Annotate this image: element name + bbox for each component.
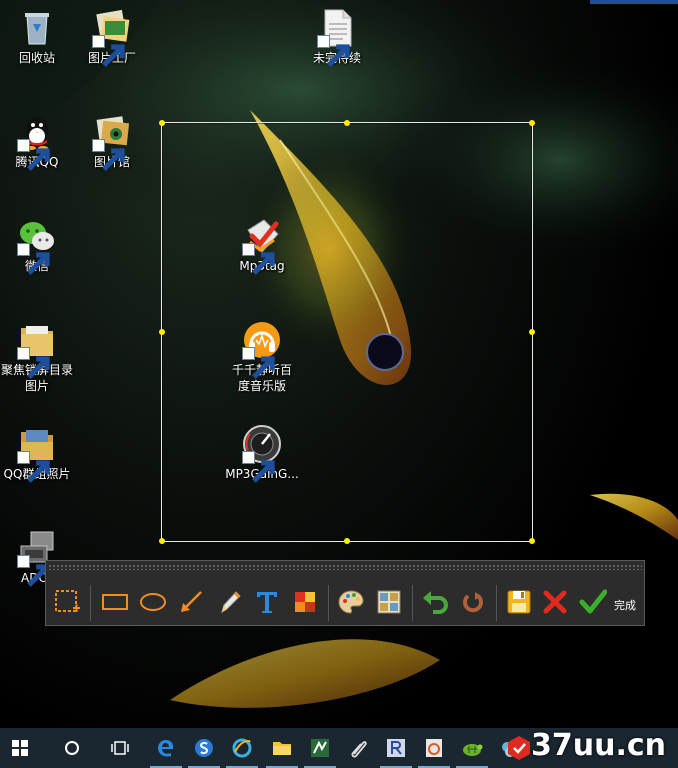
pattern-button[interactable]: [374, 587, 404, 617]
palette-icon: [338, 590, 364, 614]
desktop-icon-photo-folder[interactable]: QQ群组照片: [0, 424, 77, 483]
taskbar-edge[interactable]: [146, 728, 186, 768]
recycle-bin-icon: [17, 8, 57, 48]
confirm-button[interactable]: [578, 587, 608, 617]
photo-folder-icon: [17, 424, 57, 483]
desktop-icon-photo-gallery[interactable]: 图片馆: [72, 112, 152, 171]
color-palette-button[interactable]: [336, 587, 366, 617]
text-icon: [257, 592, 277, 613]
shortcut-arrow-icon: [92, 139, 125, 171]
desktop-icon-label: 回收站: [18, 51, 55, 65]
shortcut-arrow-icon: [17, 451, 50, 483]
select-region-button[interactable]: [52, 587, 82, 617]
window-accent-bar: [590, 0, 678, 4]
pencil-tool-button[interactable]: [214, 587, 244, 617]
undo-icon: [423, 591, 448, 614]
resize-handle-top[interactable]: [344, 120, 350, 126]
arrow-tool-button[interactable]: [176, 587, 206, 617]
mosaic-icon: [295, 592, 315, 612]
edge-browser-icon: [158, 740, 174, 757]
save-button[interactable]: [504, 587, 534, 617]
redo-icon: [463, 592, 483, 613]
toolbar-separator: [328, 585, 329, 621]
cancel-button[interactable]: [540, 587, 570, 617]
toolbar-separator: [496, 585, 497, 621]
taskbar-file-explorer[interactable]: [262, 728, 302, 768]
shortcut-arrow-icon: [17, 555, 50, 587]
confirm-icon: [579, 589, 607, 614]
undo-button[interactable]: [420, 587, 450, 617]
toolbar-grip[interactable]: [48, 564, 642, 570]
pattern-icon: [377, 590, 401, 614]
start-button[interactable]: [0, 728, 40, 768]
shortcut-arrow-icon: [17, 139, 50, 171]
watermark-logo-icon: [508, 736, 530, 760]
app-icon: [311, 739, 329, 757]
rectangle-tool-button[interactable]: [100, 587, 130, 617]
text-tool-button[interactable]: [252, 587, 282, 617]
cortana-search-button[interactable]: [52, 728, 92, 768]
resize-handle-bottom-left[interactable]: [159, 538, 165, 544]
document-icon: [317, 8, 357, 67]
resize-handle-right[interactable]: [529, 329, 535, 335]
taskbar-tortoise[interactable]: [452, 728, 492, 768]
taskbar-app[interactable]: [300, 728, 340, 768]
taskbar-sogou[interactable]: [184, 728, 224, 768]
pencil-icon: [221, 591, 241, 614]
sogou-icon: [195, 739, 213, 757]
music-app-icon: [426, 739, 442, 757]
select-region-icon: [55, 590, 80, 612]
screenshot-toolbar: 完成: [45, 560, 645, 626]
resize-handle-top-left[interactable]: [159, 120, 165, 126]
cancel-icon: [543, 590, 567, 614]
done-label[interactable]: 完成: [614, 597, 636, 613]
save-icon: [507, 590, 531, 614]
desktop-icon-document[interactable]: 未完待续: [297, 8, 377, 67]
clip-icon: [351, 741, 367, 758]
resize-handle-bottom[interactable]: [344, 538, 350, 544]
resize-handle-bottom-right[interactable]: [529, 538, 535, 544]
redo-button[interactable]: [458, 587, 488, 617]
cortana-search-icon: [65, 741, 79, 755]
qq-penguin-icon: [17, 112, 57, 171]
folder-icon: [17, 320, 57, 379]
taskbar-music-app[interactable]: [414, 728, 454, 768]
taskbar-app-r[interactable]: [376, 728, 416, 768]
site-watermark: 37uu.cn: [505, 726, 673, 766]
tortoise-icon: [463, 744, 483, 756]
shortcut-arrow-icon: [317, 35, 350, 67]
toolbar-separator: [90, 585, 91, 621]
desktop-icon-recycle-bin[interactable]: 回收站: [0, 8, 77, 66]
task-view-icon: [111, 741, 129, 755]
desktop-icon-wechat[interactable]: 微信: [0, 216, 77, 275]
ie-browser-icon: [232, 738, 252, 758]
rectangle-icon: [102, 594, 128, 610]
arrow-icon: [181, 591, 202, 612]
ellipse-icon: [140, 593, 166, 611]
shortcut-arrow-icon: [92, 35, 125, 67]
desktop-icon-qq[interactable]: 腾讯QQ: [0, 112, 77, 171]
toolbar-separator: [412, 585, 413, 621]
photo-factory-icon: [92, 8, 132, 67]
wechat-icon: [17, 216, 57, 275]
mosaic-tool-button[interactable]: [290, 587, 320, 617]
task-view-button[interactable]: [100, 728, 140, 768]
taskbar-clip[interactable]: [338, 728, 378, 768]
shortcut-arrow-icon: [17, 243, 50, 275]
capture-selection-region[interactable]: [159, 120, 535, 544]
taskbar-ie[interactable]: [222, 728, 262, 768]
shortcut-arrow-icon: [17, 347, 50, 379]
ellipse-tool-button[interactable]: [138, 587, 168, 617]
windows-start-icon: [12, 740, 28, 756]
desktop-icon-photo-factory[interactable]: 图片工厂: [72, 8, 152, 67]
photo-gallery-icon: [92, 112, 132, 171]
app-r-icon: [387, 739, 405, 757]
watermark-text: 37uu.cn: [531, 728, 666, 763]
desktop-icon-folder[interactable]: 聚焦锁屏目录图片: [0, 320, 77, 394]
file-explorer-icon: [273, 742, 291, 755]
resize-handle-left[interactable]: [159, 329, 165, 335]
resize-handle-top-right[interactable]: [529, 120, 535, 126]
